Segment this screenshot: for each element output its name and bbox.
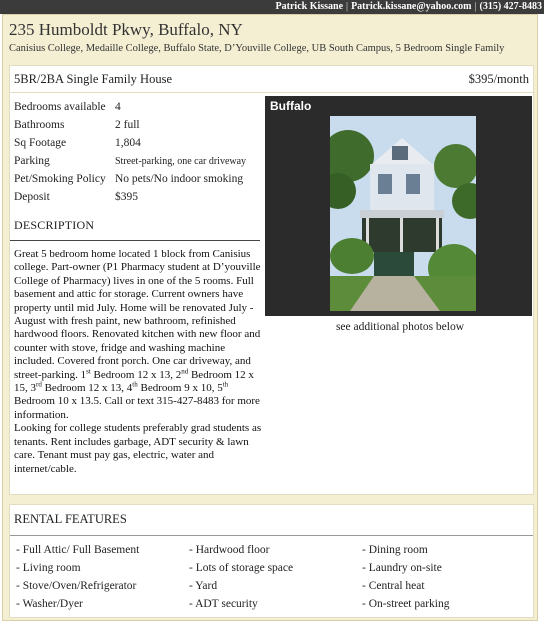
photo-gallery: Buffalo xyxy=(265,96,532,316)
listing-summary: 5BR/2BA Single Family House xyxy=(14,72,173,86)
description-heading: DESCRIPTION xyxy=(14,218,95,232)
contact-email[interactable]: Patrick.kissane@yahoo.com xyxy=(351,1,471,12)
rental-features-panel: RENTAL FEATURES - Full Attic/ Full Basem… xyxy=(9,504,534,618)
feature-item: - Lots of storage space xyxy=(189,562,294,574)
detail-label: Sq Footage xyxy=(14,137,67,149)
contact-bar: Patrick Kissane | Patrick.kissane@yahoo.co… xyxy=(0,0,544,14)
photo-caption: see additional photos below xyxy=(335,321,465,333)
listing-subtitle: Canisius College, Medaille College, Buff… xyxy=(9,43,505,54)
feature-item: - Yard xyxy=(189,580,218,592)
detail-label: Bedrooms available xyxy=(14,101,106,113)
detail-row: Bathrooms 2 full xyxy=(14,116,246,134)
detail-value: 4 xyxy=(115,101,121,113)
detail-row: Parking Street-parking, one car driveway xyxy=(14,152,246,170)
features-column: - Hardwood floor - Lots of storage space… xyxy=(189,541,293,613)
detail-row: Deposit $395 xyxy=(14,188,246,206)
detail-row: Sq Footage 1,804 xyxy=(14,134,246,152)
detail-value: 2 full xyxy=(115,119,140,131)
detail-value: $395 xyxy=(115,191,138,203)
detail-value: Street-parking, one car driveway xyxy=(115,155,247,167)
contact-phone: (315) 427-8483 xyxy=(479,1,543,12)
contact-name: Patrick Kissane xyxy=(275,1,344,12)
rental-features-heading: RENTAL FEATURES xyxy=(14,512,127,526)
detail-label: Parking xyxy=(14,155,50,167)
feature-item: - On-street parking xyxy=(362,598,450,610)
features-column: - Dining room - Laundry on-site - Centra… xyxy=(362,541,450,613)
description-text-run: Bedroom 9 x 10, 5 xyxy=(137,382,223,395)
listing-title: 235 Humboldt Pkwy, Buffalo, NY xyxy=(9,20,243,39)
divider xyxy=(10,535,533,536)
description-text: Great 5 bedroom home located 1 block fro… xyxy=(14,248,262,476)
feature-item: - Stove/Oven/Refrigerator xyxy=(16,580,137,592)
feature-item: - ADT security xyxy=(189,598,258,610)
features-column: - Full Attic/ Full Basement - Living roo… xyxy=(16,541,139,613)
divider xyxy=(10,240,260,241)
detail-value: 1,804 xyxy=(115,137,141,149)
feature-item: - Hardwood floor xyxy=(189,544,270,556)
listing-rent: $395/month xyxy=(468,72,529,86)
listing-panel: 5BR/2BA Single Family House $395/month B… xyxy=(9,65,534,495)
description-text-run: Bedroom 12 x 13, 4 xyxy=(41,382,133,395)
photo-label: Buffalo xyxy=(270,99,312,113)
house-photo-image xyxy=(330,116,476,311)
house-photo[interactable] xyxy=(330,116,476,311)
details-table: Bedrooms available 4 Bathrooms 2 full Sq… xyxy=(14,98,246,206)
listing-frame: 235 Humboldt Pkwy, Buffalo, NY Canisius … xyxy=(2,14,538,621)
ordinal-suffix: th xyxy=(222,380,229,389)
description-text-run: Great 5 bedroom home located 1 block fro… xyxy=(14,248,261,381)
feature-item: - Dining room xyxy=(362,544,428,556)
detail-label: Bathrooms xyxy=(14,119,65,131)
feature-item: - Laundry on-site xyxy=(362,562,442,574)
detail-label: Deposit xyxy=(14,191,50,203)
detail-row: Bedrooms available 4 xyxy=(14,98,246,116)
description-text-run: Bedroom 10 x 13.5. Call or text 315-427-… xyxy=(14,395,260,421)
description-paragraph: Looking for college students preferably … xyxy=(14,422,262,475)
detail-row: Pet/Smoking Policy No pets/No indoor smo… xyxy=(14,170,246,188)
detail-label: Pet/Smoking Policy xyxy=(14,173,106,185)
divider xyxy=(10,92,533,93)
description-paragraph: Great 5 bedroom home located 1 block fro… xyxy=(14,248,262,422)
feature-item: - Full Attic/ Full Basement xyxy=(16,544,140,556)
description-text-run: Bedroom 12 x 13, 2 xyxy=(90,368,182,381)
feature-item: - Living room xyxy=(16,562,81,574)
feature-item: - Washer/Dyer xyxy=(16,598,83,610)
detail-value: No pets/No indoor smoking xyxy=(115,173,244,185)
feature-item: - Central heat xyxy=(362,580,425,592)
